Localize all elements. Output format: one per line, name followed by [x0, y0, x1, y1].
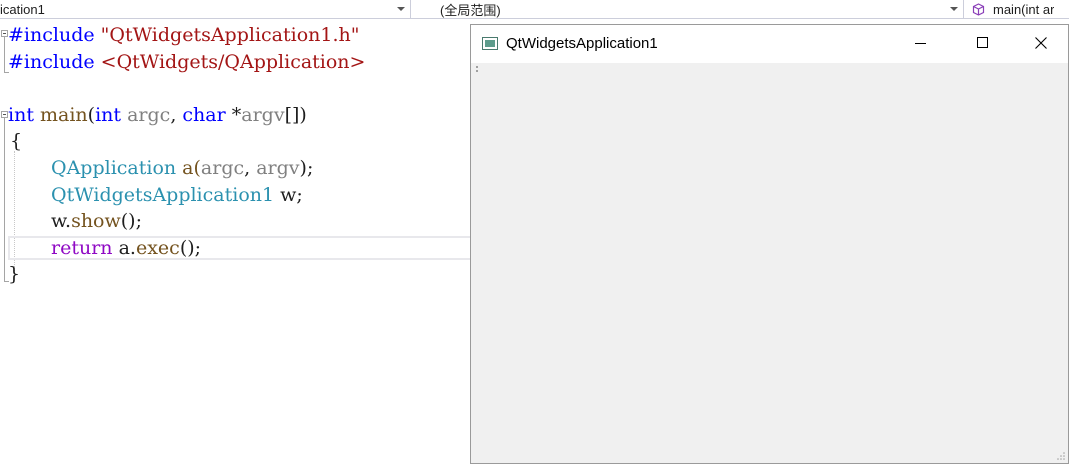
member-dropdown-value: main(int ar [993, 2, 1055, 17]
punctuation: (); [179, 237, 202, 259]
keyword: return [51, 237, 113, 259]
include-path: <QtWidgets/QApplication> [100, 51, 366, 73]
cube-icon [972, 3, 985, 16]
window-titlebar[interactable]: QtWidgetsApplication1 [471, 25, 1068, 63]
keyword: char [182, 104, 226, 126]
chevron-down-icon[interactable] [950, 7, 958, 11]
punctuation: ( [87, 104, 96, 126]
collapse-icon[interactable] [1, 30, 8, 37]
code-line-2: #include <QtWidgets/QApplication> [8, 49, 365, 75]
punctuation: , [170, 104, 183, 126]
parameter: argv [241, 104, 285, 126]
code-line-5: { [10, 130, 23, 152]
code-line-1: #include "QtWidgetsApplication1.h" [8, 22, 360, 48]
collapse-icon[interactable] [1, 111, 8, 118]
qt-app-icon [482, 37, 498, 50]
resize-grip-icon[interactable] [1056, 451, 1066, 461]
type-name: QApplication [51, 157, 177, 179]
code-line-8: w.show(); [51, 208, 142, 234]
parameter: argc [200, 157, 245, 179]
type-name: QtWidgetsApplication1 [51, 184, 275, 206]
minimize-button[interactable] [891, 25, 949, 63]
variable: w; [274, 184, 303, 206]
minimize-icon [915, 43, 926, 44]
include-directive: #include [8, 51, 95, 73]
maximize-button[interactable] [953, 25, 1011, 63]
chevron-down-icon[interactable] [397, 7, 405, 11]
toolbar-handle-icon[interactable] [476, 66, 480, 72]
function-name: exec [135, 237, 180, 259]
include-path: "QtWidgetsApplication1.h" [100, 24, 360, 46]
function-name: show [71, 210, 121, 232]
parameter: argc [127, 104, 171, 126]
punctuation: ); [299, 157, 314, 179]
scope-dropdown[interactable]: (全局范围) [412, 0, 964, 19]
variable: a. [112, 237, 136, 259]
punctuation: , [244, 157, 257, 179]
scope-dropdown-value: (全局范围) [440, 3, 501, 18]
main-toolbar [471, 63, 1068, 73]
central-widget [471, 73, 1068, 463]
fold-line [4, 118, 5, 281]
parameter: argv [256, 157, 300, 179]
code-line-6: QApplication a(argc, argv); [51, 155, 313, 181]
punctuation: * [225, 104, 242, 126]
keyword: int [8, 104, 34, 126]
code-line-10: } [8, 263, 21, 285]
member-dropdown[interactable]: main(int ar [965, 0, 1069, 19]
code-line-9: return a.exec(); [51, 235, 201, 261]
qt-application-window[interactable]: QtWidgetsApplication1 [470, 24, 1069, 464]
editor-navigation-bar: ication1 (全局范围) main(int ar [0, 0, 1069, 19]
function-name: main [40, 104, 88, 126]
close-button[interactable] [1011, 25, 1069, 63]
include-directive: #include [8, 24, 95, 46]
maximize-icon [977, 37, 988, 48]
variable: w. [51, 210, 72, 232]
project-dropdown[interactable]: ication1 [0, 0, 411, 19]
punctuation: (); [120, 210, 142, 232]
variable: a( [176, 157, 201, 179]
close-icon [1035, 37, 1047, 49]
keyword: int [95, 104, 122, 126]
window-title: QtWidgetsApplication1 [506, 35, 658, 52]
punctuation: []) [284, 104, 307, 126]
fold-line [4, 37, 5, 73]
code-line-4: int main(int argc, char *argv[]) [8, 102, 307, 128]
code-line-7: QtWidgetsApplication1 w; [51, 182, 303, 208]
project-dropdown-value: ication1 [0, 2, 45, 17]
